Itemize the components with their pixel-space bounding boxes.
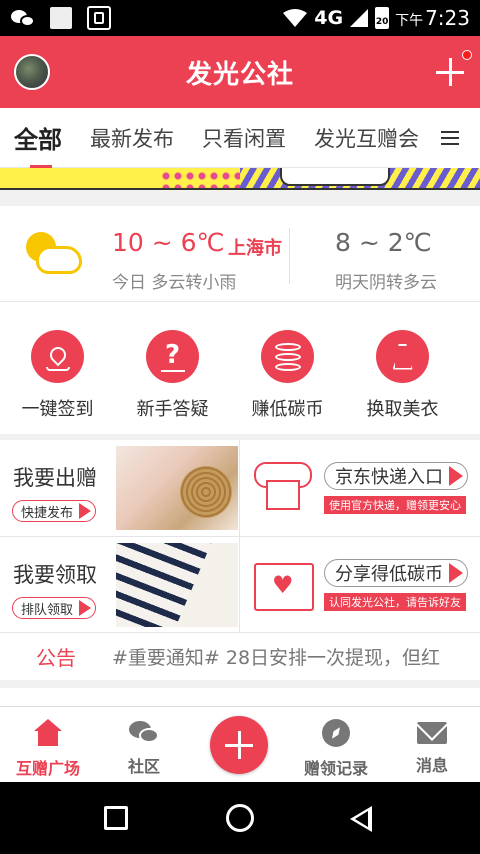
quick-action-label: 一键签到 xyxy=(21,399,94,420)
status-bar: 4G 20 下午 7:23 xyxy=(0,0,480,36)
announcement-label: 公告 xyxy=(36,646,76,670)
share-subtitle: 认同发光公社，请告诉好友 xyxy=(324,593,466,611)
quick-action-label: 新手答疑 xyxy=(136,399,209,420)
quick-publish-label: 快捷发布 xyxy=(21,505,74,521)
tomorrow-forecast: 明天阴转多云 xyxy=(335,273,437,293)
quick-action-label: 赚低碳币 xyxy=(251,399,324,420)
add-button[interactable] xyxy=(434,56,466,88)
play-arrow-icon xyxy=(449,563,463,583)
announcement-text: #重要通知# 28日安排一次提现，但红 xyxy=(112,647,441,669)
tomorrow-temperature: 8 ~ 2℃ xyxy=(335,228,432,257)
clock: 下午 7:23 xyxy=(395,6,470,30)
share-coins-button[interactable]: 分享得低碳币 xyxy=(324,559,468,587)
receive-photo xyxy=(116,543,238,627)
envelope-illustration: ♥ xyxy=(246,551,320,617)
today-forecast: 今日 多云转小雨 xyxy=(112,273,237,293)
quick-action-earn-coins[interactable]: 赚低碳币 xyxy=(230,302,345,434)
gallery-icon xyxy=(48,7,74,29)
menu-icon xyxy=(441,131,459,145)
app-notification-icon xyxy=(86,6,112,30)
nav-community[interactable]: 社区 xyxy=(96,707,192,783)
play-arrow-icon xyxy=(79,600,92,616)
signal-icon xyxy=(350,9,369,27)
weather-card: 10 ~ 6℃ 上海市 今日 多云转小雨 8 ~ 2℃ 明天阴转多云 xyxy=(0,206,480,302)
dress-icon xyxy=(376,330,429,383)
express-entry-label: 京东快递入口 xyxy=(335,467,443,488)
city-name[interactable]: 上海市 xyxy=(228,234,282,260)
wechat-icon xyxy=(10,7,36,29)
nav-messages[interactable]: 消息 xyxy=(384,707,480,783)
coins-icon xyxy=(261,330,314,383)
express-entry-button[interactable]: 京东快递入口 xyxy=(324,462,468,490)
play-arrow-icon xyxy=(449,466,463,486)
nav-gift-square[interactable]: 互赠广场 xyxy=(0,707,96,783)
tab-idle-only[interactable]: 只看闲置 xyxy=(188,108,300,168)
quick-action-faq[interactable]: ? 新手答疑 xyxy=(115,302,230,434)
tab-latest[interactable]: 最新发布 xyxy=(76,108,188,168)
promo-grid: 我要出赠 快捷发布 京东快递入口 使用官方快递，赠领更安心 我要领取 排队领取 … xyxy=(0,440,480,632)
nav-label: 互赠广场 xyxy=(15,759,80,778)
wifi-icon xyxy=(283,9,308,27)
nav-label: 赠领记录 xyxy=(303,759,368,778)
page-title: 发光公社 xyxy=(185,59,294,90)
location-pin-icon xyxy=(31,330,84,383)
quick-publish-button[interactable]: 快捷发布 xyxy=(12,500,97,522)
partly-cloudy-icon xyxy=(26,228,86,282)
share-coins-label: 分享得低碳币 xyxy=(335,564,443,585)
back-triangle-icon[interactable] xyxy=(350,806,372,832)
receive-title: 我要领取 xyxy=(13,563,97,587)
give-card[interactable]: 我要出赠 快捷发布 xyxy=(0,440,239,536)
app-header: 发光公社 xyxy=(0,36,480,108)
express-subtitle: 使用官方快递，赠领更安心 xyxy=(324,496,466,514)
queue-receive-label: 排队领取 xyxy=(21,602,74,618)
announcement-bar[interactable]: 公告 #重要通知# 28日安排一次提现，但红 xyxy=(0,632,480,680)
tab-all[interactable]: 全部 xyxy=(0,108,76,168)
queue-receive-button[interactable]: 排队领取 xyxy=(12,597,97,619)
quick-actions: 一键签到 ? 新手答疑 赚低碳币 换取美衣 xyxy=(0,302,480,434)
weather-divider xyxy=(289,228,290,284)
play-arrow-icon xyxy=(79,503,92,519)
chat-bubbles-icon xyxy=(129,719,159,745)
receive-card[interactable]: 我要领取 排队领取 xyxy=(0,537,239,633)
mail-icon xyxy=(417,722,447,744)
notification-dot xyxy=(462,50,472,60)
quick-action-checkin[interactable]: 一键签到 xyxy=(0,302,115,434)
share-card[interactable]: ♥ 分享得低碳币 认同发光公社，请告诉好友 xyxy=(240,537,479,633)
tab-gift-exchange[interactable]: 发光互赠会 xyxy=(300,108,433,168)
compass-icon xyxy=(322,719,350,747)
promo-banner[interactable] xyxy=(0,168,480,190)
time-value: 7:23 xyxy=(425,6,470,30)
home-circle-icon[interactable] xyxy=(226,804,254,832)
network-type: 4G xyxy=(314,7,344,29)
recent-apps-icon[interactable] xyxy=(104,806,128,830)
time-prefix: 下午 xyxy=(395,13,424,29)
give-photo xyxy=(116,446,238,530)
system-nav-bar xyxy=(0,782,480,854)
battery-icon: 20 xyxy=(375,7,390,29)
quick-action-redeem-clothes[interactable]: 换取美衣 xyxy=(345,302,460,434)
feed-list xyxy=(0,688,480,706)
question-icon: ? xyxy=(146,330,199,383)
give-title: 我要出赠 xyxy=(13,466,97,490)
tabs-menu-button[interactable] xyxy=(420,108,480,168)
today-temperature: 10 ~ 6℃ xyxy=(112,228,225,257)
home-icon xyxy=(33,719,63,747)
nav-label: 社区 xyxy=(127,757,160,776)
publish-fab-button[interactable] xyxy=(210,716,268,774)
candy-box-illustration xyxy=(246,454,320,520)
express-card[interactable]: 京东快递入口 使用官方快递，赠领更安心 xyxy=(240,440,479,536)
avatar[interactable] xyxy=(14,54,50,90)
nav-records[interactable]: 赠领记录 xyxy=(288,707,384,783)
battery-level: 20 xyxy=(375,17,389,27)
quick-action-label: 换取美衣 xyxy=(366,399,439,420)
nav-label: 消息 xyxy=(415,756,448,775)
category-tabs: 全部 最新发布 只看闲置 发光互赠会 xyxy=(0,108,480,168)
